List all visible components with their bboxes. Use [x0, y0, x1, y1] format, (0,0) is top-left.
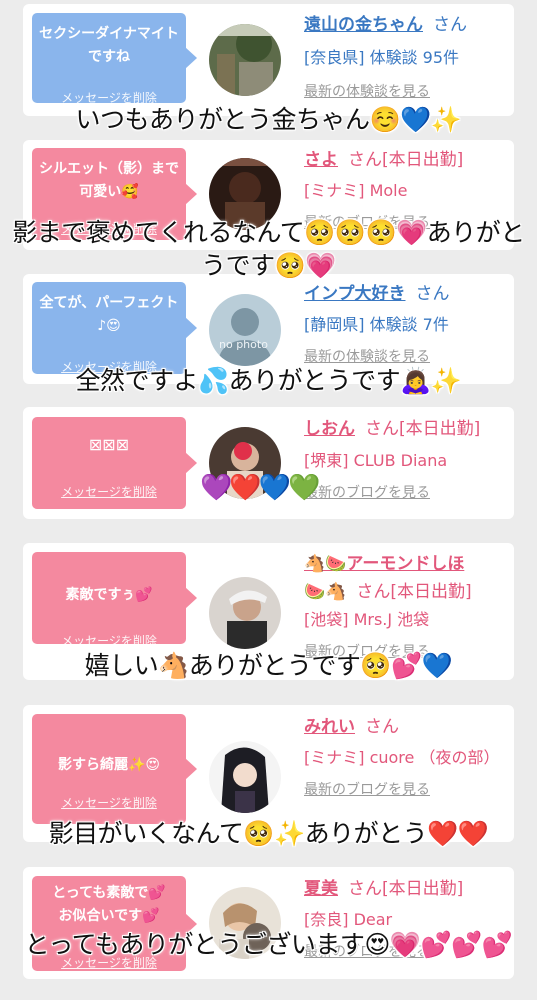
profile-info: 遠山の金ちゃん さん [奈良県] 体験談 95件 最新の体験談を見る	[304, 12, 508, 101]
message-text: ⊠⊠⊠	[88, 435, 130, 454]
profile-info: 🐴🍉アーモンドしほ 🍉🐴 さん[本日出勤] [池袋] Mrs.J 池袋 最新のブロ…	[304, 551, 508, 661]
profile-name-link[interactable]: さよ	[304, 150, 338, 170]
profile-detail: [ミナミ] cuore （夜の部）	[304, 748, 500, 767]
latest-link[interactable]: 最新の体験談を見る	[304, 346, 508, 366]
message-text: とっても素敵で💕お似合いです💕	[52, 885, 166, 924]
message-card: セクシーダイナマイトですね メッセージを削除 遠山の金ちゃん さん [奈良県] 体…	[23, 4, 514, 116]
delete-message-link[interactable]: メッセージを削除	[32, 632, 186, 649]
profile-detail: [ミナミ] Mole	[304, 181, 408, 200]
heart-emojis: 💜❤️💙💚	[200, 473, 320, 503]
delete-message-link[interactable]: メッセージを削除	[32, 483, 186, 500]
message-text: 素敵ですぅ💕	[65, 587, 153, 603]
message-card: とっても素敵で💕お似合いです💕 メッセージを削除 夏美 さん[本日出勤] [奈良]…	[23, 867, 514, 979]
overlay-caption: 全然ですよ💦ありがとうです🙇‍♀️✨	[75, 366, 462, 395]
status-text: さん[本日出勤]	[356, 582, 472, 602]
overlay-caption: とってもありがとうございます😍💗💕💕💕	[24, 930, 513, 959]
honorific: さん	[415, 284, 450, 304]
profile-name-link[interactable]: しおん	[304, 419, 355, 439]
overlay-caption: 影目がいくなんて🥺✨ありがとう❤️❤️	[48, 819, 489, 848]
profile-detail: [奈良県] 体験談 95件	[304, 48, 460, 67]
avatar[interactable]	[209, 741, 281, 813]
profile-name-link[interactable]: 🐴🍉アーモンドしほ	[304, 554, 464, 574]
message-bubble: ⊠⊠⊠ メッセージを削除	[32, 417, 197, 509]
profile-info: みれい さん [ミナミ] cuore （夜の部） 最新のブログを見る	[304, 714, 508, 799]
latest-link[interactable]: 最新の体験談を見る	[304, 81, 508, 101]
profile-name-link[interactable]: みれい	[304, 717, 355, 737]
avatar[interactable]: no photo	[209, 294, 281, 366]
profile-name-link[interactable]: インプ大好き	[304, 284, 406, 304]
message-text: 全てが、パーフェクト♪😍	[39, 295, 179, 334]
message-bubble: 影すら綺麗✨😍 メッセージを削除	[32, 714, 197, 824]
profile-detail: [池袋] Mrs.J 池袋	[304, 610, 430, 629]
message-bubble: 素敵ですぅ💕 メッセージを削除	[32, 552, 197, 648]
status-text: さん[本日出勤]	[348, 879, 464, 899]
status-text: さん[本日出勤]	[348, 150, 464, 170]
message-bubble: 全てが、パーフェクト♪😍 メッセージを削除	[32, 282, 197, 374]
profile-info: インプ大好き さん [静岡県] 体験談 7件 最新の体験談を見る	[304, 281, 508, 366]
avatar[interactable]	[209, 577, 281, 649]
delete-message-link[interactable]: メッセージを削除	[32, 794, 186, 811]
overlay-caption: 影まで褒めてくれるなんて🥺🥺🥺💗ありがとうです🥺💗	[12, 218, 525, 280]
message-bubble: セクシーダイナマイトですね メッセージを削除	[32, 13, 197, 105]
status-text: さん[本日出勤]	[365, 419, 481, 439]
message-text: セクシーダイナマイトですね	[39, 26, 179, 65]
honorific: さん	[433, 15, 467, 35]
profile-name-cont: 🍉🐴	[304, 582, 347, 602]
latest-link[interactable]: 最新のブログを見る	[304, 482, 508, 502]
avatar[interactable]	[209, 24, 281, 96]
latest-link[interactable]: 最新のブログを見る	[304, 779, 508, 799]
overlay-caption: 嬉しい🐴ありがとうです🥺💕💙	[84, 651, 453, 680]
message-text: 影すら綺麗✨😍	[57, 757, 161, 773]
no-photo-label: no photo	[219, 338, 268, 351]
profile-name-link[interactable]: 夏美	[304, 879, 338, 899]
profile-info: しおん さん[本日出勤] [堺東] CLUB Diana 最新のブログを見る	[304, 416, 508, 502]
honorific: さん	[365, 717, 399, 737]
profile-name-link[interactable]: 遠山の金ちゃん	[304, 15, 423, 35]
message-text: シルエット（影）まで可愛い🥰	[39, 161, 179, 200]
profile-detail: [静岡県] 体験談 7件	[304, 315, 449, 334]
overlay-caption: いつもありがとう金ちゃん☺️💙✨	[75, 105, 462, 134]
profile-detail: [堺東] CLUB Diana	[304, 451, 448, 470]
